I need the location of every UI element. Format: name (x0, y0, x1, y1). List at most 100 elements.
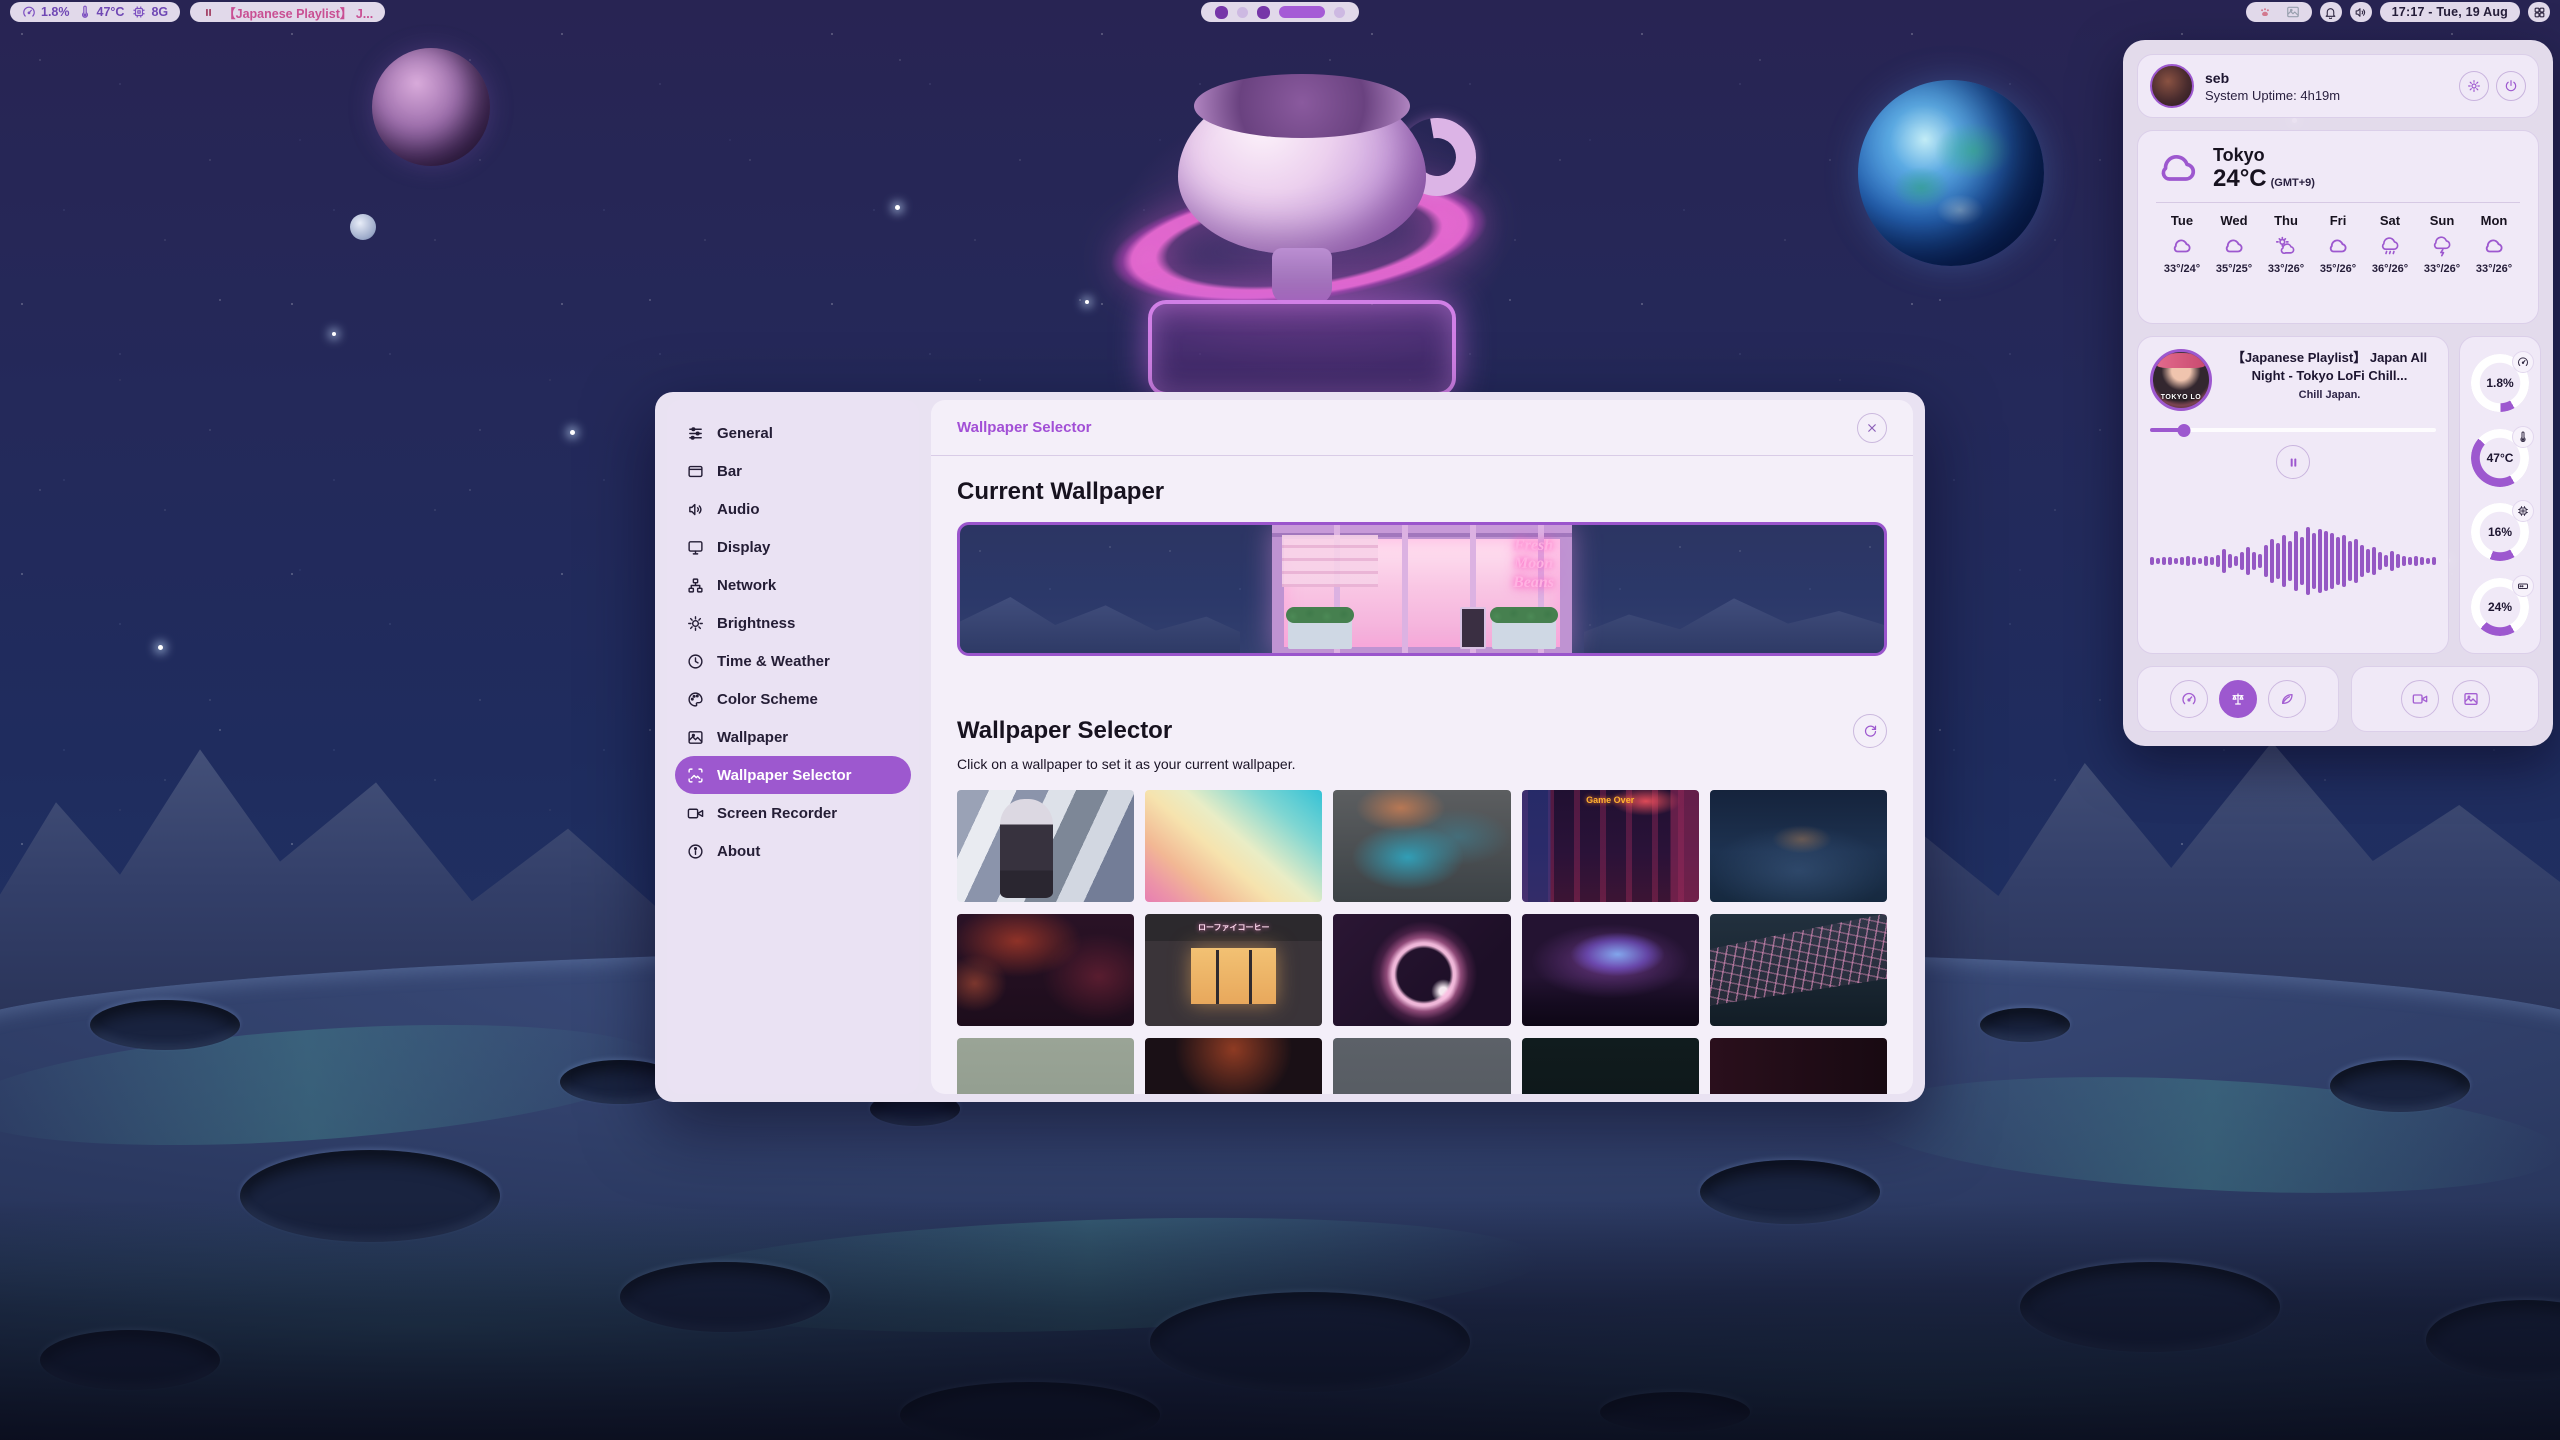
wallpaper-grid: Game Over ローファイコーヒー (957, 790, 1887, 1094)
volume-button[interactable] (2350, 2, 2372, 22)
action-screenshot-button[interactable] (2452, 680, 2490, 718)
profile-balanced-button[interactable] (2219, 680, 2257, 718)
wallpaper-thumb-pastel-gradient[interactable] (1145, 790, 1322, 902)
wallpaper-thumb-neon-arcade[interactable]: Game Over (1522, 790, 1699, 902)
power-button[interactable] (2496, 71, 2526, 101)
forecast-temps: 36°/26° (2364, 263, 2416, 275)
wallpaper-thumb-nebula-forest[interactable] (1522, 914, 1699, 1026)
workspace-dot-3[interactable] (1257, 6, 1270, 19)
gauge-icon (22, 5, 36, 19)
clock-pill[interactable]: 17:17 - Tue, 19 Aug (2380, 2, 2520, 22)
weather-city: Tokyo (2213, 145, 2315, 166)
workspace-dot-1[interactable] (1215, 6, 1228, 19)
cafe-menu-board (1460, 607, 1486, 649)
sidebar-item-general[interactable]: General (675, 414, 911, 452)
viz-bar (2318, 529, 2322, 593)
media-top: TOKYO LO 【Japanese Playlist】 Japan All N… (2150, 349, 2436, 411)
settings-button[interactable] (2459, 71, 2489, 101)
monitor-icon (687, 539, 704, 556)
window-body: Current Wallpaper Fresh Moon Beans (931, 456, 1913, 1094)
thumb-sign-text: ローファイコーヒー (1198, 922, 1270, 933)
purple-planet (372, 48, 490, 166)
weather-timezone: (GMT+9) (2271, 177, 2315, 189)
divider (2156, 202, 2520, 203)
forecast-temps: 35°/26° (2312, 263, 2364, 275)
refresh-button[interactable] (1853, 714, 1887, 748)
wallpaper-thumb-winter-castle[interactable] (1710, 790, 1887, 902)
sidebar-item-about[interactable]: About (675, 832, 911, 870)
wallpaper-thumb-sage-field[interactable] (957, 1038, 1134, 1094)
image-icon (687, 729, 704, 746)
weather-card: Tokyo 24°C(GMT+9) Tue33°/24°Wed35°/25°Th… (2137, 130, 2539, 324)
forecast-day-mon: Mon33°/26° (2468, 213, 2520, 275)
workspace-dot-5[interactable] (1334, 7, 1345, 18)
system-tray-pill[interactable] (2246, 2, 2312, 22)
sidebar-item-screen-recorder[interactable]: Screen Recorder (675, 794, 911, 832)
viz-bar (2246, 547, 2250, 575)
wallpaper-thumb-cosmic-ring[interactable] (1333, 914, 1510, 1026)
wallpaper-thumb-wireframe-waves[interactable] (1710, 914, 1887, 1026)
sidebar-item-wallpaper-selector[interactable]: Wallpaper Selector (675, 756, 911, 794)
viz-bar (2240, 552, 2244, 570)
action-screen-record-button[interactable] (2401, 680, 2439, 718)
stat-ring-gauge: 1.8% (2471, 354, 2529, 412)
media-pill[interactable]: 【Japanese Playlist】 J... (190, 2, 385, 22)
sidebar-item-brightness[interactable]: Brightness (675, 604, 911, 642)
power-icon (2504, 79, 2518, 93)
viz-bar (2258, 554, 2262, 568)
workspace-dot-2[interactable] (1237, 7, 1248, 18)
viz-bar (2162, 557, 2166, 565)
sidebar-item-bar[interactable]: Bar (675, 452, 911, 490)
workspace-indicator[interactable] (1201, 2, 1359, 22)
wallpaper-thumb-anime-street[interactable] (957, 790, 1134, 902)
selector-heading: Wallpaper Selector (957, 717, 1172, 745)
earth-planet (1858, 80, 2044, 266)
sidebar-item-audio[interactable]: Audio (675, 490, 911, 528)
thermometer-icon (2517, 431, 2529, 443)
profile-performance-button[interactable] (2170, 680, 2208, 718)
quick-actions-card (2351, 666, 2539, 732)
small-moon (350, 214, 376, 240)
seek-slider[interactable] (2150, 424, 2436, 436)
power-profiles-card (2137, 666, 2339, 732)
profile-power-saver-button[interactable] (2268, 680, 2306, 718)
cloud-rain-icon (2379, 235, 2401, 257)
wallpaper-thumb-dark-teal[interactable] (1522, 1038, 1699, 1094)
crater (2330, 1060, 2470, 1112)
forecast-temps: 33°/26° (2416, 263, 2468, 275)
overview-button[interactable] (2528, 2, 2550, 22)
stat-value: 1.8% (41, 5, 70, 19)
gear-icon (2467, 79, 2481, 93)
wallpaper-thumb-ember-forest[interactable] (957, 914, 1134, 1026)
system-stats-pill[interactable]: 1.8%47°C8G (10, 2, 180, 22)
sidebar-item-display[interactable]: Display (675, 528, 911, 566)
close-button[interactable] (1857, 413, 1887, 443)
stat-badge (2512, 426, 2534, 448)
wallpaper-thumb-autumn-night[interactable] (1145, 1038, 1322, 1094)
sidebar-item-network[interactable]: Network (675, 566, 911, 604)
video-icon (2412, 691, 2428, 707)
viz-bar (2174, 558, 2178, 564)
viz-bar (2390, 551, 2394, 571)
viz-bar (2150, 557, 2154, 565)
forecast-temps: 33°/26° (2468, 263, 2520, 275)
workspace-dot-4[interactable] (1279, 6, 1325, 18)
wallpaper-thumb-dark-maroon[interactable] (1710, 1038, 1887, 1094)
window-icon (687, 463, 704, 480)
seek-thumb[interactable] (2178, 424, 2191, 437)
play-pause-button[interactable] (2276, 445, 2310, 479)
sidebar-item-time-weather[interactable]: Time & Weather (675, 642, 911, 680)
notifications-button[interactable] (2320, 2, 2342, 22)
wallpaper-thumb-lofi-cafe[interactable]: ローファイコーヒー (1145, 914, 1322, 1026)
sidebar-item-wallpaper[interactable]: Wallpaper (675, 718, 911, 756)
stat-ring-chip: 16% (2471, 503, 2529, 561)
forecast-day-label: Sat (2364, 213, 2416, 228)
viz-bar (2366, 549, 2370, 573)
foreground-shadow (0, 1200, 2560, 1440)
wallpaper-thumb-slate-gray[interactable] (1333, 1038, 1510, 1094)
palette-icon (687, 691, 704, 708)
stat-ring-drive: 24% (2471, 578, 2529, 636)
sidebar-item-color-scheme[interactable]: Color Scheme (675, 680, 911, 718)
forecast-day-tue: Tue33°/24° (2156, 213, 2208, 275)
wallpaper-thumb-teal-blur[interactable] (1333, 790, 1510, 902)
